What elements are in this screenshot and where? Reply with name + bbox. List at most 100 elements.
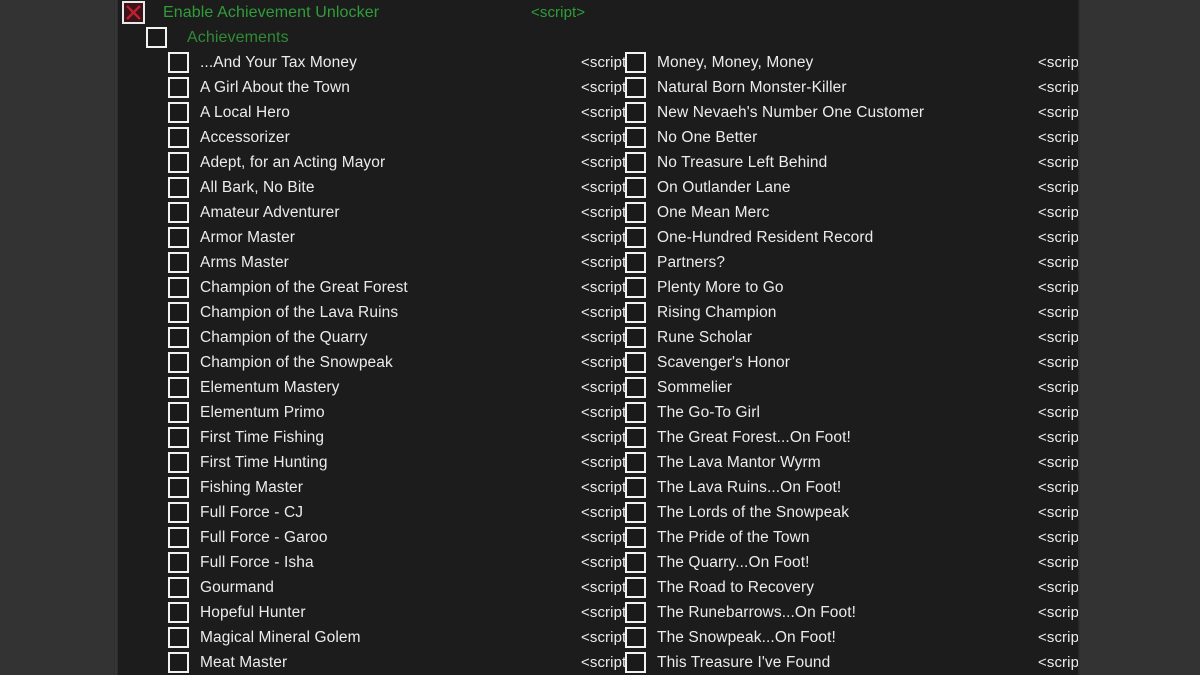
script-link[interactable]: <script> (1038, 550, 1078, 575)
achievement-checkbox[interactable] (625, 127, 646, 148)
achievement-checkbox[interactable] (168, 127, 189, 148)
achievement-row[interactable]: On Outlander Lane (625, 175, 791, 200)
achievement-row[interactable]: Full Force - Garoo (168, 525, 328, 550)
achievement-row[interactable]: Natural Born Monster-Killer (625, 75, 847, 100)
achievement-row[interactable]: Sommelier (625, 375, 732, 400)
achievement-row[interactable]: The Lava Ruins...On Foot! (625, 475, 841, 500)
achievement-row[interactable]: The Snowpeak...On Foot! (625, 625, 836, 650)
achievement-row[interactable]: The Pride of the Town (625, 525, 810, 550)
achievement-row[interactable]: Champion of the Great Forest (168, 275, 408, 300)
achievement-checkbox[interactable] (168, 552, 189, 573)
achievement-checkbox[interactable] (625, 527, 646, 548)
achievement-checkbox[interactable] (168, 252, 189, 273)
achievement-checkbox[interactable] (625, 177, 646, 198)
achievement-checkbox[interactable] (625, 402, 646, 423)
achievement-row[interactable]: Adept, for an Acting Mayor (168, 150, 385, 175)
achievement-row[interactable]: Fishing Master (168, 475, 303, 500)
achievement-row[interactable]: Plenty More to Go (625, 275, 784, 300)
achievement-row[interactable]: Gourmand (168, 575, 274, 600)
achievement-row[interactable]: The Runebarrows...On Foot! (625, 600, 856, 625)
achievement-checkbox[interactable] (168, 602, 189, 623)
achievement-row[interactable]: Hopeful Hunter (168, 600, 306, 625)
enable-unlocker-checkbox[interactable] (122, 1, 145, 24)
achievement-checkbox[interactable] (625, 152, 646, 173)
achievement-checkbox[interactable] (168, 327, 189, 348)
achievement-row[interactable]: Elementum Primo (168, 400, 325, 425)
achievement-checkbox[interactable] (625, 102, 646, 123)
achievement-row[interactable]: Champion of the Lava Ruins (168, 300, 398, 325)
achievement-row[interactable]: A Local Hero (168, 100, 290, 125)
achievement-checkbox[interactable] (625, 252, 646, 273)
achievement-row[interactable]: New Nevaeh's Number One Customer (625, 100, 924, 125)
achievement-checkbox[interactable] (625, 227, 646, 248)
script-link[interactable]: <script> (1038, 425, 1078, 450)
achievement-checkbox[interactable] (168, 502, 189, 523)
achievement-row[interactable]: One Mean Merc (625, 200, 769, 225)
achievement-row[interactable]: The Lords of the Snowpeak (625, 500, 849, 525)
achievement-row[interactable]: The Road to Recovery (625, 575, 814, 600)
achievement-row[interactable]: The Lava Mantor Wyrm (625, 450, 821, 475)
achievement-checkbox[interactable] (625, 452, 646, 473)
achievement-checkbox[interactable] (168, 402, 189, 423)
achievement-row[interactable]: The Great Forest...On Foot! (625, 425, 851, 450)
achievement-row[interactable]: Money, Money, Money (625, 50, 813, 75)
achievement-checkbox[interactable] (625, 502, 646, 523)
script-link[interactable]: <script> (1038, 525, 1078, 550)
achievement-row[interactable]: Elementum Mastery (168, 375, 340, 400)
achievements-group-checkbox[interactable] (146, 27, 167, 48)
achievement-row[interactable]: All Bark, No Bite (168, 175, 315, 200)
achievement-checkbox[interactable] (168, 152, 189, 173)
achievement-row[interactable]: This Treasure I've Found (625, 650, 830, 675)
script-link[interactable]: <script> (1038, 650, 1078, 675)
achievement-row[interactable]: No One Better (625, 125, 757, 150)
achievement-checkbox[interactable] (625, 377, 646, 398)
script-link[interactable]: <script> (1038, 575, 1078, 600)
achievement-row[interactable]: Amateur Adventurer (168, 200, 340, 225)
achievement-row[interactable]: First Time Hunting (168, 450, 328, 475)
script-link[interactable]: <script> (1038, 275, 1078, 300)
achievement-checkbox[interactable] (168, 527, 189, 548)
achievement-row[interactable]: Champion of the Quarry (168, 325, 368, 350)
achievement-row[interactable]: Full Force - Isha (168, 550, 314, 575)
achievement-checkbox[interactable] (625, 202, 646, 223)
achievement-checkbox[interactable] (168, 227, 189, 248)
achievement-checkbox[interactable] (168, 277, 189, 298)
achievement-row[interactable]: Rising Champion (625, 300, 777, 325)
achievement-checkbox[interactable] (625, 577, 646, 598)
achievement-row[interactable]: No Treasure Left Behind (625, 150, 827, 175)
achievement-row[interactable]: Scavenger's Honor (625, 350, 790, 375)
achievement-row[interactable]: Armor Master (168, 225, 295, 250)
achievement-checkbox[interactable] (168, 477, 189, 498)
achievement-checkbox[interactable] (625, 302, 646, 323)
script-link[interactable]: <script> (1038, 50, 1078, 75)
achievement-checkbox[interactable] (168, 102, 189, 123)
achievement-row[interactable]: One-Hundred Resident Record (625, 225, 873, 250)
achievement-checkbox[interactable] (168, 52, 189, 73)
achievement-checkbox[interactable] (168, 377, 189, 398)
script-link[interactable]: <script> (1038, 450, 1078, 475)
achievement-checkbox[interactable] (625, 602, 646, 623)
script-link[interactable]: <script> (1038, 150, 1078, 175)
achievement-row[interactable]: Full Force - CJ (168, 500, 303, 525)
script-link[interactable]: <script> (1038, 225, 1078, 250)
achievement-row[interactable]: ...And Your Tax Money (168, 50, 357, 75)
achievement-checkbox[interactable] (625, 652, 646, 673)
achievement-checkbox[interactable] (168, 77, 189, 98)
achievement-checkbox[interactable] (625, 477, 646, 498)
achievement-row[interactable]: Accessorizer (168, 125, 290, 150)
script-link[interactable]: <script> (1038, 100, 1078, 125)
row-enable-achievement-unlocker[interactable]: Enable Achievement Unlocker (122, 0, 379, 25)
script-link[interactable]: <script> (1038, 350, 1078, 375)
achievement-checkbox[interactable] (168, 577, 189, 598)
script-link[interactable]: <script> (1038, 500, 1078, 525)
achievement-checkbox[interactable] (625, 552, 646, 573)
script-link[interactable]: <script> (1038, 600, 1078, 625)
achievement-row[interactable]: Meat Master (168, 650, 287, 675)
achievement-checkbox[interactable] (625, 427, 646, 448)
achievement-checkbox[interactable] (625, 327, 646, 348)
achievement-row[interactable]: Magical Mineral Golem (168, 625, 361, 650)
achievement-checkbox[interactable] (625, 77, 646, 98)
achievement-checkbox[interactable] (168, 427, 189, 448)
achievement-row[interactable]: A Girl About the Town (168, 75, 350, 100)
achievement-checkbox[interactable] (168, 177, 189, 198)
